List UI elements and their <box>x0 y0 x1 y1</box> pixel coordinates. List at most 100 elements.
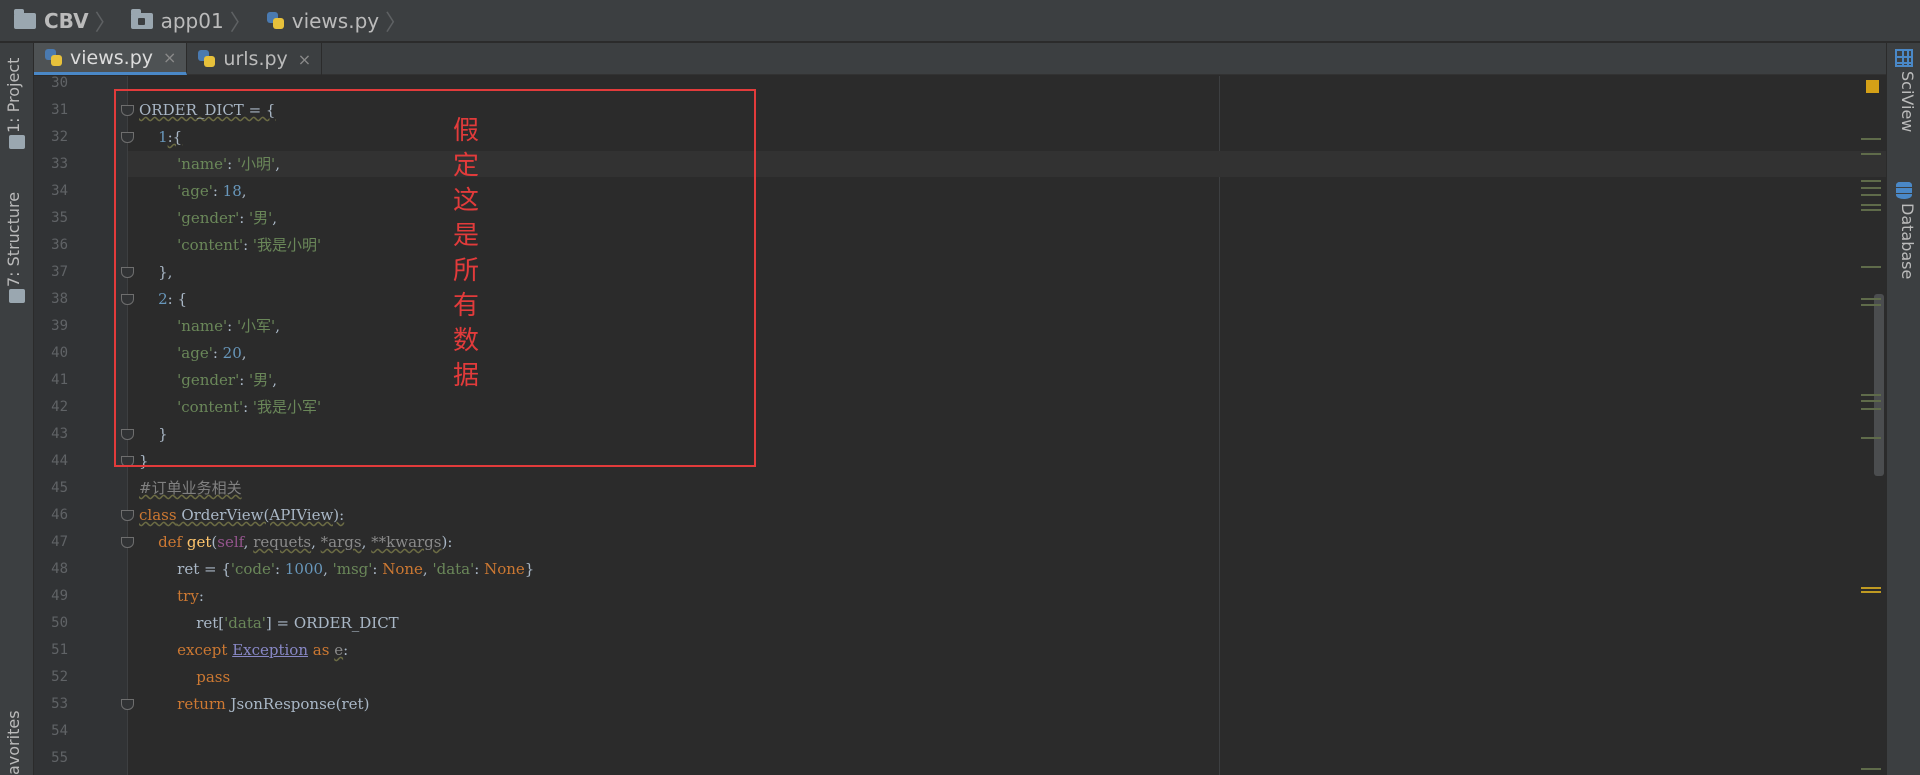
code-line[interactable]: 54 <box>34 718 1886 745</box>
code-line[interactable]: 45 #订单业务相关 <box>34 475 1886 502</box>
annotation-box <box>114 89 756 467</box>
code-text: def get(self, requets, *args, **kwargs): <box>158 533 453 551</box>
code-line[interactable]: 49 try: <box>34 583 1886 610</box>
line-number: 41 <box>51 372 68 388</box>
line-number: 33 <box>51 156 68 172</box>
code-text: except Exception as e: <box>177 641 349 659</box>
database-tool-button[interactable]: Database <box>1898 203 1917 279</box>
line-number: 36 <box>51 237 68 253</box>
error-stripe-marker[interactable] <box>1861 266 1881 268</box>
code-line[interactable]: 55 <box>34 745 1886 772</box>
error-stripe-marker[interactable] <box>1861 187 1881 189</box>
code-editor[interactable]: 30 31 ORDER_DICT = {32 1:{33 'name': '小明',… <box>34 76 1886 775</box>
line-number: 45 <box>51 480 68 496</box>
close-icon[interactable]: × <box>298 50 311 69</box>
line-number: 52 <box>51 669 68 685</box>
tab-urls-py[interactable]: urls.py × <box>187 43 323 75</box>
code-text: pass <box>196 668 231 686</box>
package-folder-icon <box>130 8 153 29</box>
line-number: 30 <box>51 76 68 91</box>
tab-views-py[interactable]: views.py × <box>34 43 188 75</box>
line-number: 55 <box>51 750 68 766</box>
fold-marker-icon[interactable] <box>121 510 134 521</box>
line-number: 51 <box>51 642 68 658</box>
code-line[interactable]: 53 return JsonResponse(ret) <box>34 691 1886 718</box>
code-text: ret['data'] = ORDER_DICT <box>139 614 399 632</box>
line-number: 48 <box>51 561 68 577</box>
line-number: 34 <box>51 183 68 199</box>
line-number: 43 <box>51 426 68 442</box>
annotation-text: 假定这是所有数据 <box>452 116 479 391</box>
line-number: 47 <box>51 534 68 550</box>
warning-stripe-marker[interactable] <box>1861 587 1881 589</box>
error-stripe-marker[interactable] <box>1861 400 1881 402</box>
code-line[interactable]: 50 ret['data'] = ORDER_DICT <box>34 610 1886 637</box>
breadcrumb-item-views-py[interactable]: views.py 〉 <box>266 5 415 37</box>
warning-stripe-marker[interactable] <box>1861 591 1881 593</box>
code-text: ret = {'code': 1000, 'msg': None, 'data'… <box>139 560 535 578</box>
code-line[interactable]: 47 def get(self, requets, *args, **kwarg… <box>34 529 1886 556</box>
tab-label: urls.py <box>223 48 288 70</box>
error-stripe-marker[interactable] <box>1861 194 1881 196</box>
error-stripe-marker[interactable] <box>1861 138 1881 140</box>
python-file-icon <box>44 48 64 68</box>
line-number: 32 <box>51 129 68 145</box>
scrollbar-thumb[interactable] <box>1874 294 1884 476</box>
folder-icon <box>14 8 36 29</box>
line-number: 46 <box>51 507 68 523</box>
code-line[interactable]: 51 except Exception as e: <box>34 637 1886 664</box>
fold-marker-icon[interactable] <box>121 699 134 710</box>
structure-tool-button[interactable]: 7: Structure <box>4 192 23 287</box>
line-number: 53 <box>51 696 68 712</box>
tab-label: views.py <box>70 46 153 69</box>
right-tool-strip: SciView Database <box>1886 43 1920 775</box>
breadcrumb-label: views.py <box>291 8 380 33</box>
code-text: try: <box>177 587 204 605</box>
line-number: 49 <box>51 588 68 604</box>
breadcrumb-label: app01 <box>160 8 224 33</box>
chevron-right-icon: 〉 <box>385 10 408 36</box>
error-stripe-marker[interactable] <box>1861 408 1881 410</box>
code-text: #订单业务相关 <box>139 479 242 497</box>
project-tool-button[interactable]: 1: Project <box>4 58 23 133</box>
line-number: 54 <box>51 723 68 739</box>
database-icon <box>1896 181 1912 199</box>
line-number: 50 <box>51 615 68 631</box>
line-number: 40 <box>51 345 68 361</box>
code-line[interactable]: 52 pass <box>34 664 1886 691</box>
breadcrumb-label: CBV <box>44 8 89 33</box>
fold-marker-icon[interactable] <box>121 537 134 548</box>
line-number: 31 <box>51 102 68 118</box>
sciview-tool-button[interactable]: SciView <box>1898 71 1917 132</box>
error-stripe-marker[interactable] <box>1861 153 1881 155</box>
error-stripe-marker[interactable] <box>1861 298 1881 300</box>
error-stripe-marker[interactable] <box>1861 437 1881 439</box>
code-line[interactable]: 48 ret = {'code': 1000, 'msg': None, 'da… <box>34 556 1886 583</box>
line-number: 42 <box>51 399 68 415</box>
line-number: 44 <box>51 453 68 469</box>
breadcrumb-item-app01[interactable]: app01 〉 <box>130 5 260 37</box>
error-stripe-marker[interactable] <box>1861 304 1881 306</box>
line-number: 37 <box>51 264 68 280</box>
python-file-icon <box>266 11 286 31</box>
error-stripe-marker[interactable] <box>1861 204 1881 206</box>
error-stripe-marker[interactable] <box>1861 209 1881 211</box>
sciview-icon <box>1895 49 1913 67</box>
line-number: 39 <box>51 318 68 334</box>
line-number: 38 <box>51 291 68 307</box>
chevron-right-icon: 〉 <box>229 10 252 36</box>
breadcrumb-item-project[interactable]: CBV 〉 <box>14 5 125 37</box>
error-stripe-marker[interactable] <box>1861 768 1881 770</box>
breadcrumb: CBV 〉 app01 〉 views.py 〉 <box>0 0 1920 42</box>
python-file-icon <box>197 49 217 69</box>
error-stripe-marker[interactable] <box>1861 180 1881 182</box>
left-tool-strip: 1: Project 7: Structure avorites <box>0 43 34 775</box>
chevron-right-icon: 〉 <box>94 10 117 36</box>
structure-icon <box>9 289 25 303</box>
project-icon <box>9 135 25 149</box>
line-number: 35 <box>51 210 68 226</box>
close-icon[interactable]: × <box>163 48 176 67</box>
code-line[interactable]: 46 class OrderView(APIView): <box>34 502 1886 529</box>
favorites-tool-button[interactable]: avorites <box>4 710 23 775</box>
error-stripe-marker[interactable] <box>1861 394 1881 396</box>
